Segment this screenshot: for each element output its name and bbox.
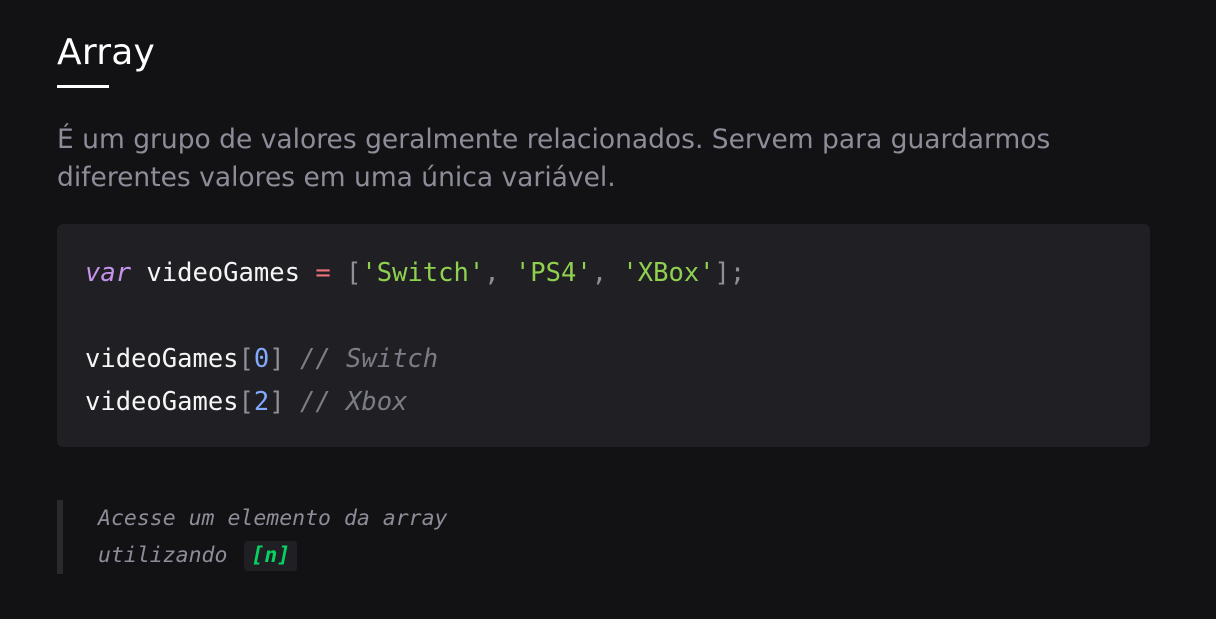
tip-text: utilizando <box>98 543 228 568</box>
code-block: var videoGames = ['Switch', 'PS4', 'XBox… <box>57 224 1150 447</box>
code-line-access-0: videoGames[0] // Switch <box>85 338 1150 381</box>
code-close: ]; <box>714 258 746 288</box>
tip-line: Acesse um elemento da array <box>98 506 448 531</box>
code-separator: , <box>591 258 608 288</box>
code-identifier: videoGames <box>85 387 239 417</box>
tip-blockquote: Acesse um elemento da array utilizando [… <box>57 500 448 574</box>
code-identifier: videoGames <box>85 344 239 374</box>
code-comment: // Xbox <box>299 387 408 417</box>
code-open-bracket: [ <box>346 258 362 288</box>
code-line-access-2: videoGames[2] // Xbox <box>85 381 1150 424</box>
page-title: Array <box>57 32 155 73</box>
code-open-bracket: [ <box>238 387 254 417</box>
code-string: 'PS4' <box>514 258 592 288</box>
code-string: 'Switch' <box>361 258 485 288</box>
code-operator: = <box>315 258 331 288</box>
code-close-bracket: ] <box>269 387 285 417</box>
code-string: 'XBox' <box>622 258 715 288</box>
tip-line: utilizando [n] <box>98 537 448 574</box>
code-open-bracket: [ <box>238 344 254 374</box>
code-line-declaration: var videoGames = ['Switch', 'PS4', 'XBox… <box>85 252 1150 295</box>
description-text: É um grupo de valores geralmente relacio… <box>57 124 1051 193</box>
code-comment: // Switch <box>299 344 439 374</box>
code-index: 0 <box>253 344 270 374</box>
code-close-bracket: ] <box>269 344 285 374</box>
code-index: 2 <box>253 387 270 417</box>
title-underline <box>57 85 109 88</box>
inline-code: [n] <box>244 541 298 571</box>
code-identifier: videoGames <box>146 258 300 288</box>
code-separator: , <box>484 258 500 288</box>
code-keyword: var <box>85 258 132 288</box>
